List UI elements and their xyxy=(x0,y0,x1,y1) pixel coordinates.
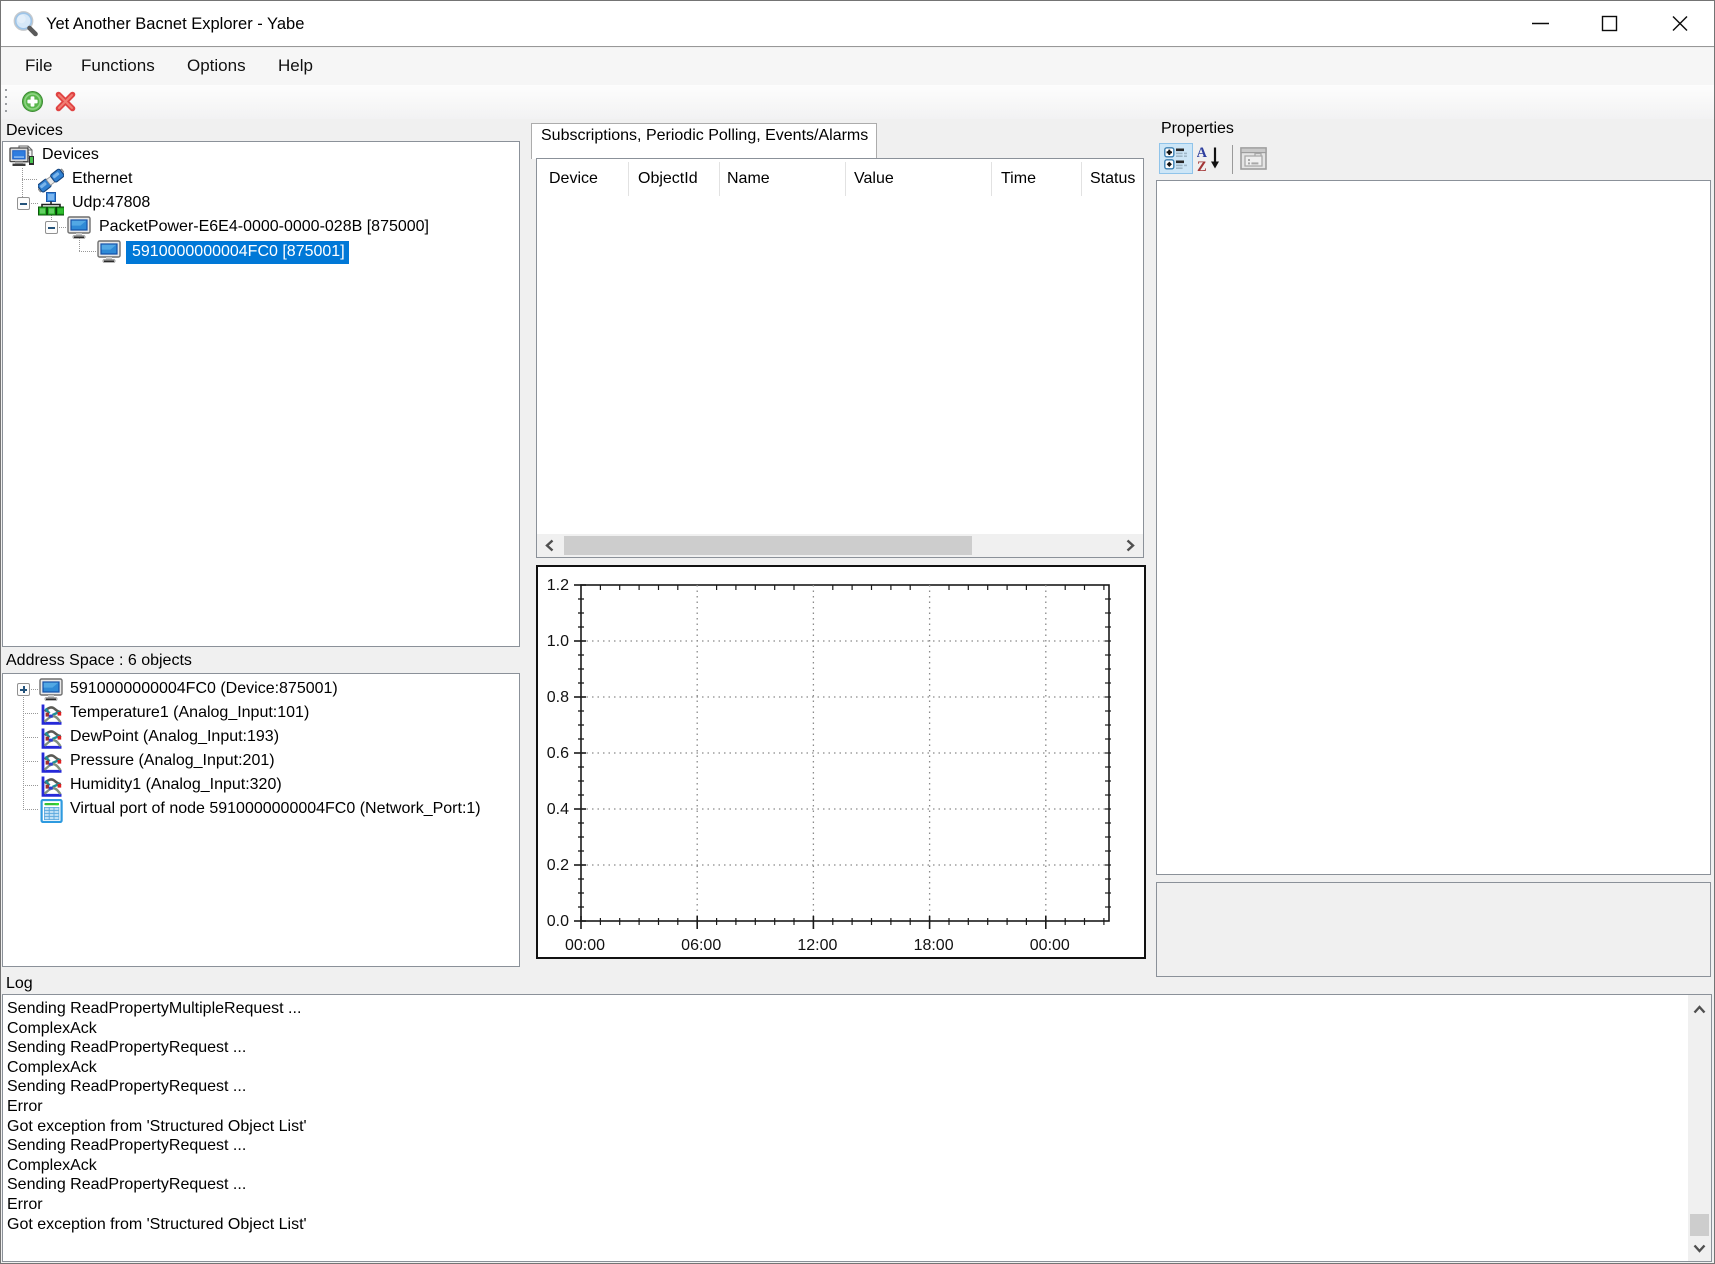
svg-text:0.0: 0.0 xyxy=(547,913,569,930)
svg-text:0.2: 0.2 xyxy=(547,857,569,874)
svg-text:1.0: 1.0 xyxy=(547,633,569,650)
svg-text:Z: Z xyxy=(1197,159,1207,173)
svg-text:12:00: 12:00 xyxy=(797,937,837,954)
svg-text:00:00: 00:00 xyxy=(1030,937,1070,954)
svg-text:18:00: 18:00 xyxy=(914,937,954,954)
svg-text:0.8: 0.8 xyxy=(547,689,569,706)
svg-text:06:00: 06:00 xyxy=(681,937,721,954)
svg-text:1.2: 1.2 xyxy=(547,577,569,594)
svg-text:00:00: 00:00 xyxy=(565,937,605,954)
svg-text:0.6: 0.6 xyxy=(547,745,569,762)
svg-text:0.4: 0.4 xyxy=(547,801,569,818)
